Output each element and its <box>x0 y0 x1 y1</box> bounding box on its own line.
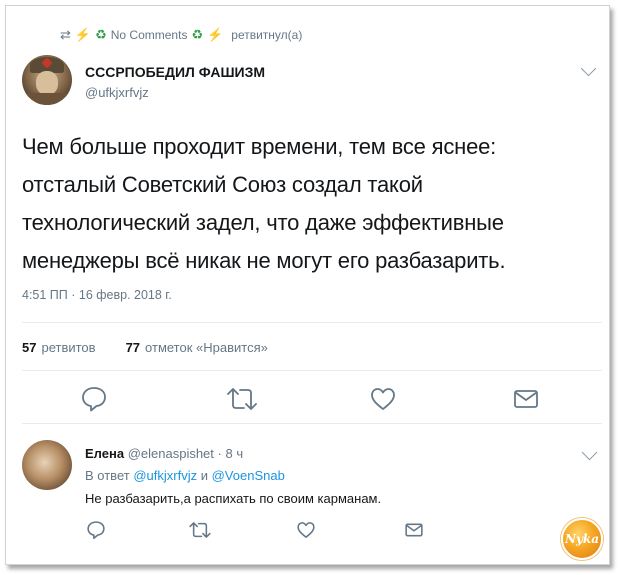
author-name[interactable]: СССРПОБЕДИЛ ФАШИЗМ <box>85 64 265 80</box>
tweet-line: отсталый Советский Союз создал такой <box>22 172 423 197</box>
reply-avatar[interactable] <box>22 440 72 490</box>
retweets-label: ретвитов <box>41 340 96 355</box>
likes-stat[interactable]: 77 отметок «Нравится» <box>126 340 268 355</box>
retweets-count: 57 <box>22 340 37 355</box>
tweet-line: Чем больше проходит времени, тем все ясн… <box>22 134 497 159</box>
no-comments-label: No Comments <box>110 28 188 42</box>
reply-actions <box>0 520 620 544</box>
retweet-icon[interactable] <box>225 385 259 413</box>
watermark-logo: Nyka <box>561 518 603 560</box>
retweeted-label[interactable]: ретвитнул(а) <box>231 28 302 42</box>
reply-icon[interactable] <box>86 520 106 540</box>
recycle-icon: ♻ <box>95 27 107 42</box>
reply-icon[interactable] <box>80 385 108 413</box>
author-avatar[interactable] <box>22 55 72 105</box>
mention-link[interactable]: @ufkjxrfvjz <box>133 468 197 483</box>
message-icon[interactable] <box>512 385 540 413</box>
likes-label: отметок «Нравится» <box>145 340 268 355</box>
like-icon[interactable] <box>296 520 316 540</box>
bolt-icon: ⚡ <box>207 27 224 42</box>
reply-header: Елена @elenaspishet · 8 ч <box>85 446 243 461</box>
reply-to-line: В ответ @ufkjxrfvjz и @VoenSnab <box>85 468 285 483</box>
retweet-icon[interactable] <box>188 520 212 540</box>
bolt-icon: ⚡ <box>74 27 92 42</box>
retweet-context: ⇄ ⚡ ♻ No Comments ♻ ⚡ ретвитнул(а) <box>60 27 302 43</box>
tweet-actions <box>0 385 620 415</box>
message-icon[interactable] <box>404 520 424 540</box>
tweet-timestamp[interactable]: 4:51 ПП · 16 февр. 2018 г. <box>22 288 172 302</box>
reply-author-name[interactable]: Елена <box>85 446 124 461</box>
reply-separator: · <box>217 446 222 461</box>
avatar-face <box>36 71 58 95</box>
likes-count: 77 <box>125 340 141 355</box>
mention-link[interactable]: @VoenSnab <box>212 468 285 483</box>
divider <box>22 370 602 371</box>
retweet-small-icon: ⇄ <box>60 27 71 42</box>
divider <box>22 423 602 424</box>
reply-to-conj: и <box>200 468 208 483</box>
like-icon[interactable] <box>369 385 397 413</box>
recycle-icon: ♻ <box>191 27 204 42</box>
tweet-text: Чем больше проходит времени, тем все ясн… <box>22 128 597 280</box>
reply-time[interactable]: 8 ч <box>226 446 244 461</box>
avatar-collar <box>22 93 72 105</box>
tweet-line: менеджеры всё никак не могут его разбаза… <box>22 248 506 273</box>
retweets-stat[interactable]: 57 ретвитов <box>22 340 96 355</box>
author-handle[interactable]: @ufkjxrfvjz <box>85 85 149 100</box>
reply-to-prefix: В ответ <box>85 468 130 483</box>
tweet-line: технологический задел, что даже эффектив… <box>22 210 504 235</box>
reply-text: Не разбазарить,а распихать по своим карм… <box>85 491 382 506</box>
reply-author-handle[interactable]: @elenaspishet <box>128 446 214 461</box>
divider <box>22 322 602 323</box>
tweet-stats: 57 ретвитов 77 отметок «Нравится» <box>22 340 298 355</box>
